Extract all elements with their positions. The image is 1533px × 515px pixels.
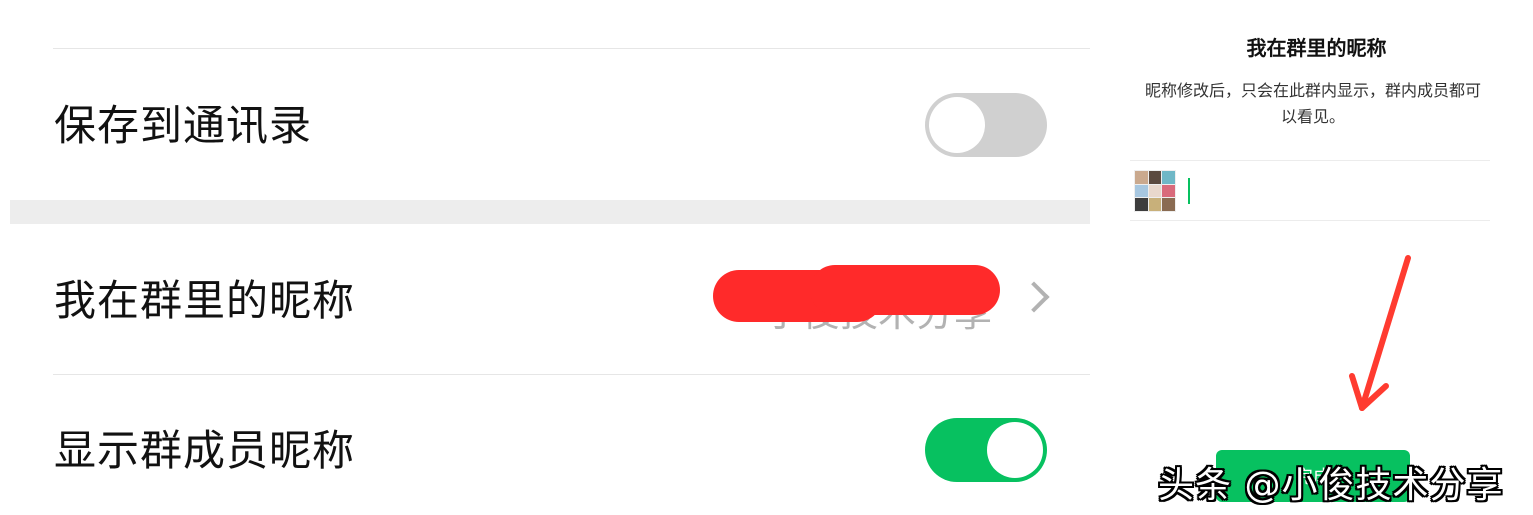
dialog-divider	[1130, 220, 1490, 221]
divider-top	[53, 48, 1090, 49]
group-settings-panel: 保存到通讯录 我在群里的昵称 小俊技术分享 显示群成员昵称	[10, 0, 1090, 515]
nickname-input-cursor[interactable]	[1188, 178, 1190, 204]
divider	[53, 374, 1090, 375]
show-member-nicknames-toggle[interactable]	[925, 418, 1047, 482]
show-member-nicknames-label: 显示群成员昵称	[54, 426, 356, 475]
dialog-description: 昵称修改后，只会在此群内显示，群内成员都可以看见。	[1144, 81, 1481, 126]
my-group-nickname-label: 我在群里的昵称	[54, 276, 356, 325]
watermark-text: 头条 @小俊技术分享	[1158, 465, 1504, 506]
chevron-right-icon	[1018, 281, 1050, 313]
red-arrow-annotation	[1349, 255, 1411, 411]
save-to-contacts-toggle[interactable]	[925, 93, 1047, 157]
toggle-knob	[987, 422, 1043, 478]
toggle-knob	[929, 97, 985, 153]
group-avatar-icon	[1134, 170, 1176, 212]
save-to-contacts-label: 保存到通讯录	[54, 101, 313, 150]
dialog-title: 我在群里的昵称	[1246, 36, 1387, 60]
redaction-mark	[810, 265, 1000, 315]
section-separator	[10, 200, 1090, 224]
nickname-dialog: 我在群里的昵称 昵称修改后，只会在此群内显示，群内成员都可以看见。 完成	[1100, 0, 1533, 515]
dialog-divider	[1130, 160, 1490, 161]
